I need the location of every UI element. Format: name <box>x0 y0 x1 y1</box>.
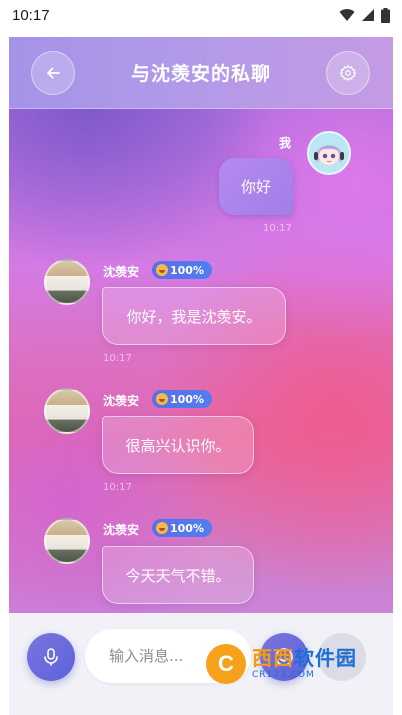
voice-button[interactable] <box>27 633 75 681</box>
contact-message-bubble[interactable]: 很高兴认识你。 <box>102 416 254 474</box>
emoji-face-icon <box>156 264 168 276</box>
my-message-bubble[interactable]: 你好 <box>219 158 293 215</box>
contact-name-label: 沈羡安 <box>103 265 140 279</box>
system-icons <box>339 7 390 23</box>
contact-name-label: 沈羡安 <box>103 394 140 408</box>
gear-icon <box>339 65 357 81</box>
contact-message-bubble[interactable]: 你好，我是沈羡安。 <box>102 287 286 345</box>
wifi-icon <box>339 9 355 21</box>
cell-signal-icon <box>362 9 374 21</box>
chat-screen: 我 你好 10:17 沈羡安 100% 你好，我是沈羡安。 10:17 沈羡安 … <box>9 37 393 715</box>
affinity-badge: 100% <box>152 519 212 537</box>
contact-avatar[interactable] <box>44 259 90 305</box>
message-time: 10:17 <box>263 223 292 234</box>
watermark-logo-icon: C <box>206 644 246 684</box>
contact-message-bubble[interactable]: 今天天气不错。 <box>102 546 254 604</box>
chat-header: 与沈羡安的私聊 <box>9 37 393 109</box>
status-bar: 10:17 <box>0 0 402 30</box>
affinity-badge: 100% <box>152 390 212 408</box>
watermark-brand-b: 软件园 <box>294 646 357 670</box>
message-list[interactable]: 我 你好 10:17 沈羡安 100% 你好，我是沈羡安。 10:17 沈羡安 … <box>9 37 393 613</box>
emoji-face-icon <box>156 522 168 534</box>
affinity-value: 100% <box>170 263 204 277</box>
affinity-value: 100% <box>170 392 204 406</box>
contact-avatar[interactable] <box>44 518 90 564</box>
microphone-icon <box>44 648 58 666</box>
affinity-badge: 100% <box>152 261 212 279</box>
status-time: 10:17 <box>12 6 50 24</box>
my-name-label: 我 <box>279 136 292 150</box>
contact-name-label: 沈羡安 <box>103 523 140 537</box>
message-time: 10:17 <box>103 353 132 364</box>
my-avatar[interactable] <box>307 131 351 175</box>
contact-avatar[interactable] <box>44 388 90 434</box>
emoji-face-icon <box>156 393 168 405</box>
watermark-brand: 西西软件园 <box>252 648 357 668</box>
affinity-value: 100% <box>170 521 204 535</box>
watermark-text: 西西软件园 CR173.COM <box>252 648 357 680</box>
battery-icon <box>381 7 390 23</box>
watermark-url: CR173.COM <box>252 670 315 680</box>
settings-button[interactable] <box>326 51 370 95</box>
watermark: C 西西软件园 CR173.COM <box>206 640 394 688</box>
message-time: 10:17 <box>103 482 132 493</box>
anime-girl-avatar-icon <box>309 133 349 173</box>
watermark-brand-a: 西西 <box>252 646 294 670</box>
